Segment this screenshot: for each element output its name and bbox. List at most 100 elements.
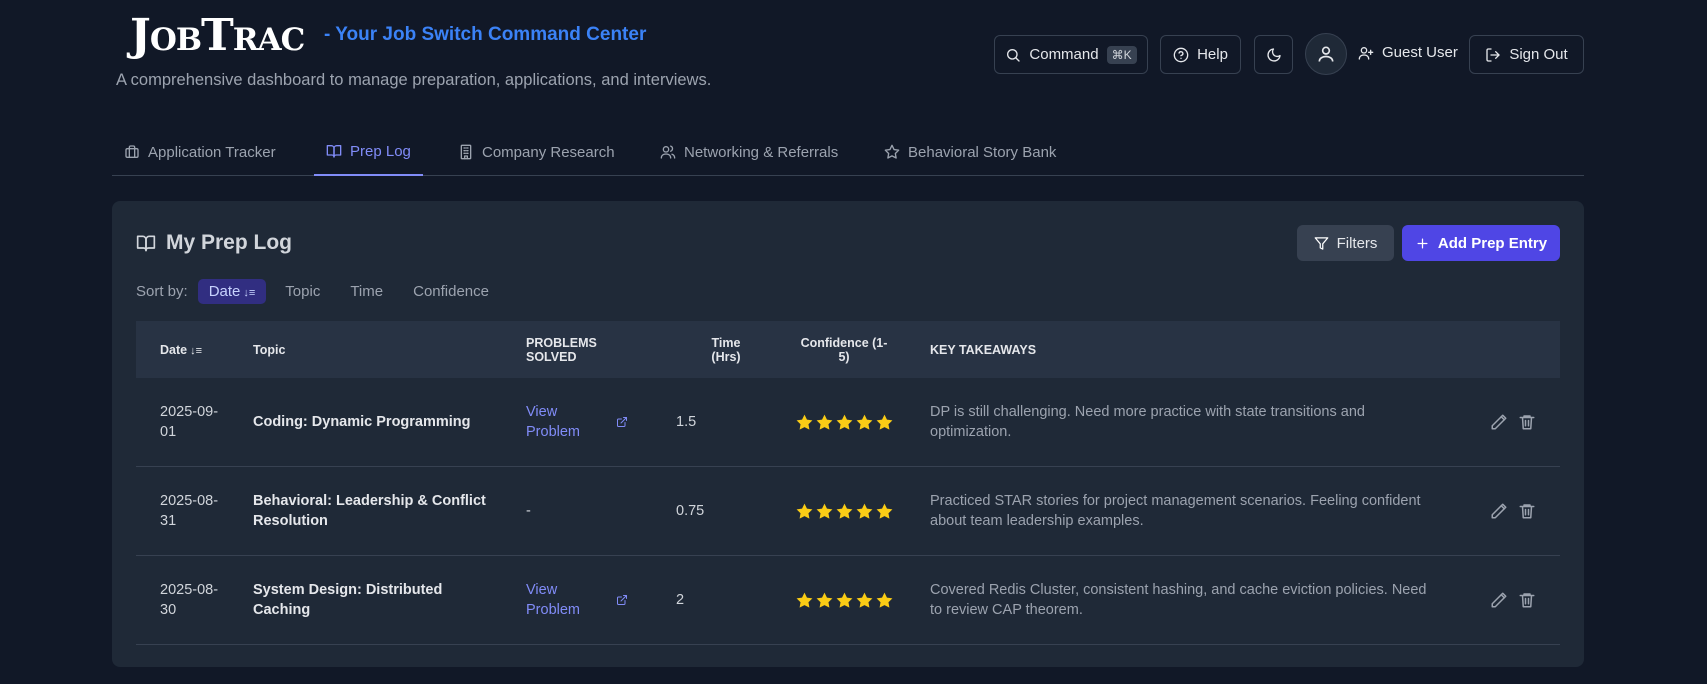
star-icon: [884, 144, 900, 159]
prep-log-table: Date ↓≡ Topic PROBLEMS SOLVED Time (Hrs) Co…: [136, 321, 1560, 645]
header-date[interactable]: Date ↓≡: [136, 343, 253, 357]
row-time: 0.75: [676, 503, 705, 519]
star-filled-icon: [856, 503, 872, 519]
add-prep-entry-label: Add Prep Entry: [1437, 234, 1548, 252]
table-row: 2025-09- 01 Coding: Dynamic Programming V…: [136, 378, 1560, 467]
sort-bar: Sort by: Date ↓≡ Topic Time Confidence: [136, 277, 500, 305]
user-icon: [1318, 46, 1334, 62]
table-header: Date ↓≡ Topic PROBLEMS SOLVED Time (Hrs) Co…: [136, 321, 1560, 378]
trash-icon[interactable]: [1518, 502, 1536, 520]
view-problem-link[interactable]: View Problem: [526, 580, 676, 620]
main-tabs: Application Tracker Prep Log Company Res…: [112, 128, 1584, 176]
star-filled-icon: [856, 592, 872, 608]
star-filled-icon: [876, 414, 892, 430]
trash-icon[interactable]: [1518, 413, 1536, 431]
users-icon: [660, 145, 676, 159]
log-out-icon: [1486, 47, 1500, 62]
tab-label: Networking & Referrals: [684, 143, 839, 161]
star-filled-icon: [836, 503, 852, 519]
row-takeaways: DP is still challenging. Need more pract…: [930, 404, 1365, 440]
filters-label: Filters: [1336, 234, 1378, 252]
row-time: 1.5: [676, 414, 697, 430]
prep-log-card: My Prep Log Filters Add Prep Entry Sort …: [112, 201, 1584, 667]
confidence-stars: [776, 502, 912, 521]
header-problems-solved: PROBLEMS SOLVED: [526, 335, 597, 364]
edit-pencil-icon[interactable]: [1490, 591, 1508, 609]
star-filled-icon: [876, 503, 892, 519]
tab-label: Behavioral Story Bank: [908, 143, 1057, 161]
table-row: 2025-08- 30 System Design: Distributed Ca…: [136, 556, 1560, 645]
row-topic: Coding: Dynamic Programming: [253, 414, 471, 430]
app-tagline: - Your Job Switch Command Center: [324, 24, 647, 45]
tab-application-tracker[interactable]: Application Tracker: [112, 128, 288, 176]
search-icon: [1007, 48, 1021, 62]
help-button[interactable]: Help: [1160, 35, 1241, 74]
row-problems: -: [526, 503, 531, 519]
star-filled-icon: [816, 592, 832, 608]
briefcase-icon: [125, 145, 139, 158]
view-problem-link[interactable]: View Problem: [526, 402, 676, 442]
filters-button[interactable]: Filters: [1297, 225, 1394, 261]
trash-icon[interactable]: [1518, 591, 1536, 609]
sign-out-label: Sign Out: [1509, 46, 1568, 63]
tab-networking-referrals[interactable]: Networking & Referrals: [648, 128, 850, 176]
add-prep-entry-button[interactable]: Add Prep Entry: [1402, 225, 1560, 261]
command-shortcut: ⌘K: [1106, 45, 1137, 64]
row-takeaways: Covered Redis Cluster, consistent hashin…: [930, 582, 1427, 618]
header-topic: Topic: [253, 342, 286, 357]
tab-label: Prep Log: [350, 142, 411, 160]
row-date: 2025-08- 30: [160, 582, 219, 618]
help-circle-icon: [1173, 47, 1189, 62]
table-row: 2025-08- 31 Behavioral: Leadership & Conf…: [136, 467, 1560, 556]
star-filled-icon: [796, 414, 812, 430]
building-icon: [460, 144, 472, 160]
row-time: 2: [676, 592, 685, 608]
avatar[interactable]: [1305, 33, 1347, 75]
external-link-icon: [617, 595, 627, 605]
tab-label: Application Tracker: [148, 143, 276, 161]
star-filled-icon: [836, 592, 852, 608]
help-label: Help: [1197, 46, 1228, 63]
sign-out-button[interactable]: Sign Out: [1469, 35, 1584, 74]
tab-label: Company Research: [482, 143, 615, 161]
card-title-text: My Prep Log: [166, 231, 293, 254]
sort-option-time[interactable]: Time: [339, 279, 394, 304]
edit-pencil-icon[interactable]: [1490, 502, 1508, 520]
star-filled-icon: [816, 503, 832, 519]
tab-behavioral-story-bank[interactable]: Behavioral Story Bank: [872, 128, 1068, 176]
row-topic: System Design: Distributed Caching: [253, 582, 443, 618]
edit-pencil-icon[interactable]: [1490, 413, 1508, 431]
sort-option-confidence[interactable]: Confidence: [402, 279, 500, 304]
sort-option-topic[interactable]: Topic: [274, 279, 331, 304]
star-filled-icon: [856, 414, 872, 430]
app-logo: J OB T RAC: [130, 10, 305, 61]
card-title: My Prep Log: [136, 231, 292, 255]
guest-user-name: Guest User: [1382, 44, 1458, 61]
book-open-icon: [326, 145, 342, 158]
sort-label: Sort by:: [136, 282, 188, 300]
header-key-takeaways: KEY TAKEAWAYS: [930, 342, 1037, 357]
row-takeaways: Practiced STAR stories for project manag…: [930, 493, 1421, 529]
header-time: Time (Hrs): [711, 335, 741, 364]
sort-option-date[interactable]: Date ↓≡: [197, 278, 267, 304]
plus-icon: [1417, 238, 1428, 248]
filter-icon: [1314, 236, 1328, 250]
sort-desc-icon: ↓≡: [243, 286, 256, 299]
moon-icon: [1266, 47, 1281, 62]
sort-desc-icon: ↓≡: [190, 344, 203, 357]
row-topic: Behavioral: Leadership & Conflict Resolu…: [253, 493, 486, 529]
confidence-stars: [776, 591, 912, 610]
row-date: 2025-08- 31: [160, 493, 219, 529]
app-subtitle: A comprehensive dashboard to manage prep…: [116, 71, 712, 89]
external-link-icon: [617, 417, 627, 427]
theme-toggle-button[interactable]: [1254, 35, 1293, 74]
tab-company-research[interactable]: Company Research: [446, 128, 627, 176]
star-filled-icon: [796, 592, 812, 608]
row-date: 2025-09- 01: [160, 404, 219, 440]
command-button[interactable]: Command ⌘K: [994, 35, 1148, 74]
header-confidence: Confidence (1- 5): [800, 335, 888, 364]
book-open-icon: [136, 235, 156, 252]
user-plus-icon: [1358, 46, 1374, 60]
guest-user: Guest User: [1358, 44, 1458, 61]
tab-prep-log[interactable]: Prep Log: [314, 128, 423, 176]
